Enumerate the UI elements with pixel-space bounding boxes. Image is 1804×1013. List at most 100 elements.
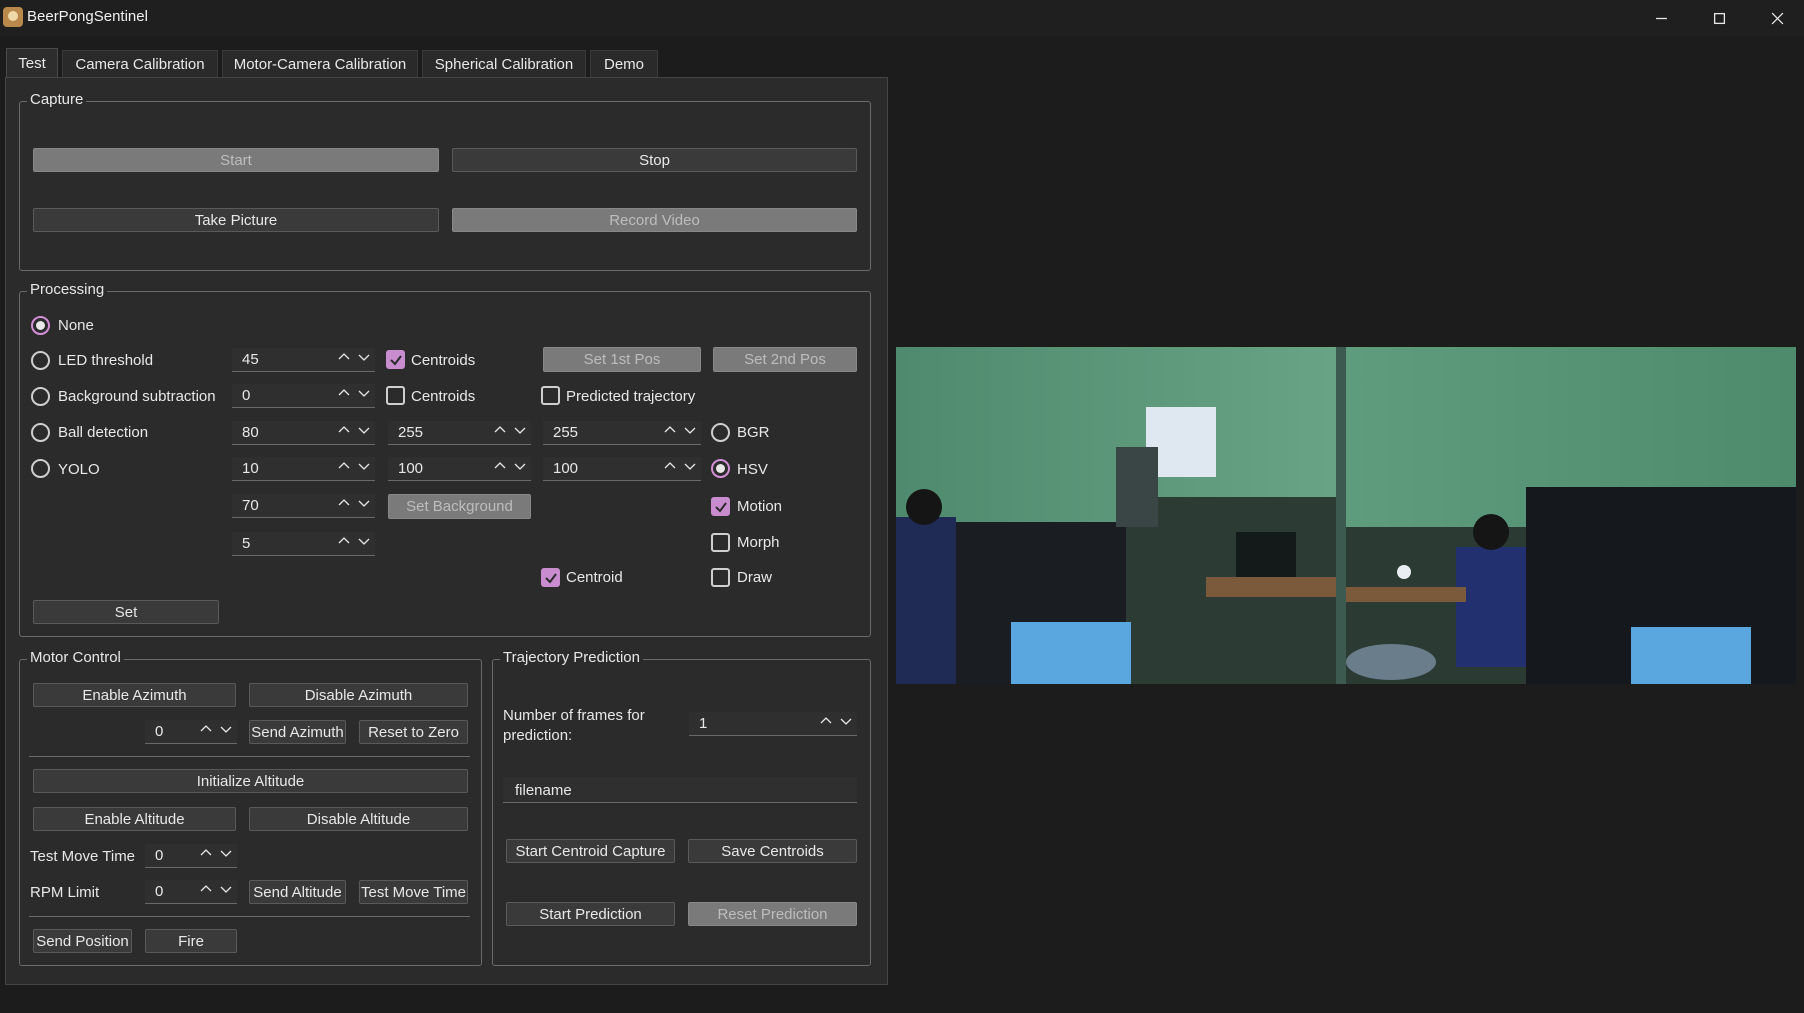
radio-hsv-label: HSV xyxy=(737,461,768,478)
yolo-spinbox-2[interactable]: 100 xyxy=(388,457,531,481)
radio-led-threshold[interactable] xyxy=(31,351,50,370)
chevron-down-icon[interactable] xyxy=(840,714,854,732)
chevron-up-icon[interactable] xyxy=(338,386,352,404)
send-altitude-button[interactable]: Send Altitude xyxy=(249,880,346,904)
yolo-spinbox-3[interactable]: 100 xyxy=(543,457,701,481)
maximize-icon[interactable] xyxy=(1690,0,1748,36)
camera-feed xyxy=(896,347,1796,684)
ball-detection-spinbox-1[interactable]: 80 xyxy=(232,421,375,445)
motion-checkbox[interactable] xyxy=(711,497,730,516)
chevron-up-icon[interactable] xyxy=(338,534,352,552)
close-icon[interactable] xyxy=(1748,0,1804,36)
chevron-down-icon[interactable] xyxy=(514,459,528,477)
ball-detection-spinbox-2[interactable]: 255 xyxy=(388,421,531,445)
send-azimuth-button[interactable]: Send Azimuth xyxy=(249,720,346,744)
minimize-icon[interactable] xyxy=(1632,0,1690,36)
test-move-time-button[interactable]: Test Move Time xyxy=(359,880,468,904)
radio-ball-detection[interactable] xyxy=(31,423,50,442)
chevron-down-icon[interactable] xyxy=(358,459,372,477)
chevron-up-icon[interactable] xyxy=(200,722,214,740)
chevron-up-icon[interactable] xyxy=(664,459,678,477)
predicted-trajectory-label: Predicted trajectory xyxy=(566,388,696,405)
initialize-altitude-button[interactable]: Initialize Altitude xyxy=(33,769,468,793)
chevron-up-icon[interactable] xyxy=(338,496,352,514)
led-centroids-checkbox[interactable] xyxy=(386,350,405,369)
bg-centroids-checkbox[interactable] xyxy=(386,386,405,405)
fire-button[interactable]: Fire xyxy=(145,929,237,953)
chevron-down-icon[interactable] xyxy=(358,423,372,441)
radio-none[interactable] xyxy=(31,316,50,335)
chevron-down-icon[interactable] xyxy=(358,386,372,404)
test-move-time-label: Test Move Time xyxy=(30,848,136,865)
set-button[interactable]: Set xyxy=(33,600,219,624)
set-2nd-pos-button[interactable]: Set 2nd Pos xyxy=(713,347,857,372)
rpm-limit-label: RPM Limit xyxy=(30,884,100,901)
start-button[interactable]: Start xyxy=(33,148,439,172)
tab-test[interactable]: Test xyxy=(6,48,58,78)
azimuth-spinbox[interactable]: 0 xyxy=(145,720,237,744)
chevron-up-icon[interactable] xyxy=(338,459,352,477)
draw-checkbox[interactable] xyxy=(711,568,730,587)
frames-label-line-1: Number of frames for xyxy=(503,707,645,724)
chevron-down-icon[interactable] xyxy=(358,496,372,514)
chevron-down-icon[interactable] xyxy=(358,534,372,552)
tab-demo[interactable]: Demo xyxy=(590,50,658,78)
extra-spinbox-2[interactable]: 5 xyxy=(232,532,375,556)
frames-spinbox[interactable]: 1 xyxy=(689,712,857,736)
send-position-button[interactable]: Send Position xyxy=(33,929,132,953)
reset-prediction-button[interactable]: Reset Prediction xyxy=(688,902,857,926)
tab-motor-camera-calibration[interactable]: Motor-Camera Calibration xyxy=(222,50,418,78)
enable-azimuth-button[interactable]: Enable Azimuth xyxy=(33,683,236,707)
set-background-button[interactable]: Set Background xyxy=(388,494,531,519)
motor-divider-2 xyxy=(29,916,470,917)
chevron-down-icon[interactable] xyxy=(220,882,234,900)
chevron-up-icon[interactable] xyxy=(200,846,214,864)
start-prediction-button[interactable]: Start Prediction xyxy=(506,902,675,926)
chevron-up-icon[interactable] xyxy=(338,350,352,368)
chevron-up-icon[interactable] xyxy=(338,423,352,441)
ball-detection-spinbox-3[interactable]: 255 xyxy=(543,421,701,445)
reset-to-zero-button[interactable]: Reset to Zero xyxy=(359,720,468,744)
chevron-down-icon[interactable] xyxy=(220,846,234,864)
capture-group xyxy=(19,101,871,271)
chevron-up-icon[interactable] xyxy=(200,882,214,900)
checkmark-icon xyxy=(390,355,402,366)
radio-background-subtraction[interactable] xyxy=(31,387,50,406)
radio-bgr[interactable] xyxy=(711,423,730,442)
predicted-trajectory-checkbox[interactable] xyxy=(541,386,560,405)
save-centroids-button[interactable]: Save Centroids xyxy=(688,839,857,863)
enable-altitude-button[interactable]: Enable Altitude xyxy=(33,807,236,831)
draw-label: Draw xyxy=(737,569,773,586)
disable-altitude-button[interactable]: Disable Altitude xyxy=(249,807,468,831)
morph-checkbox[interactable] xyxy=(711,533,730,552)
set-1st-pos-button[interactable]: Set 1st Pos xyxy=(543,347,701,372)
disable-azimuth-button[interactable]: Disable Azimuth xyxy=(249,683,468,707)
radio-yolo[interactable] xyxy=(31,459,50,478)
rpm-limit-spinbox[interactable]: 0 xyxy=(145,880,237,904)
chevron-up-icon[interactable] xyxy=(494,459,508,477)
chevron-up-icon[interactable] xyxy=(820,714,834,732)
led-threshold-spinbox[interactable]: 45 xyxy=(232,348,375,372)
chevron-down-icon[interactable] xyxy=(220,722,234,740)
radio-hsv[interactable] xyxy=(711,459,730,478)
background-subtraction-spinbox[interactable]: 0 xyxy=(232,384,375,408)
tab-camera-calibration[interactable]: Camera Calibration xyxy=(62,50,218,78)
stop-button[interactable]: Stop xyxy=(452,148,857,172)
take-picture-button[interactable]: Take Picture xyxy=(33,208,439,232)
tab-spherical-calibration[interactable]: Spherical Calibration xyxy=(422,50,586,78)
filename-input[interactable]: filename xyxy=(503,777,857,803)
radio-background-subtraction-label: Background subtraction xyxy=(58,388,216,405)
record-video-button[interactable]: Record Video xyxy=(452,208,857,232)
chevron-up-icon[interactable] xyxy=(494,423,508,441)
yolo-spinbox-1[interactable]: 10 xyxy=(232,457,375,481)
extra-spinbox-1[interactable]: 70 xyxy=(232,494,375,518)
chevron-down-icon[interactable] xyxy=(358,350,372,368)
chevron-down-icon[interactable] xyxy=(684,423,698,441)
chevron-up-icon[interactable] xyxy=(664,423,678,441)
app-icon xyxy=(3,7,23,27)
centroid-checkbox[interactable] xyxy=(541,568,560,587)
chevron-down-icon[interactable] xyxy=(684,459,698,477)
start-centroid-capture-button[interactable]: Start Centroid Capture xyxy=(506,839,675,863)
chevron-down-icon[interactable] xyxy=(514,423,528,441)
test-move-time-spinbox[interactable]: 0 xyxy=(145,844,237,868)
